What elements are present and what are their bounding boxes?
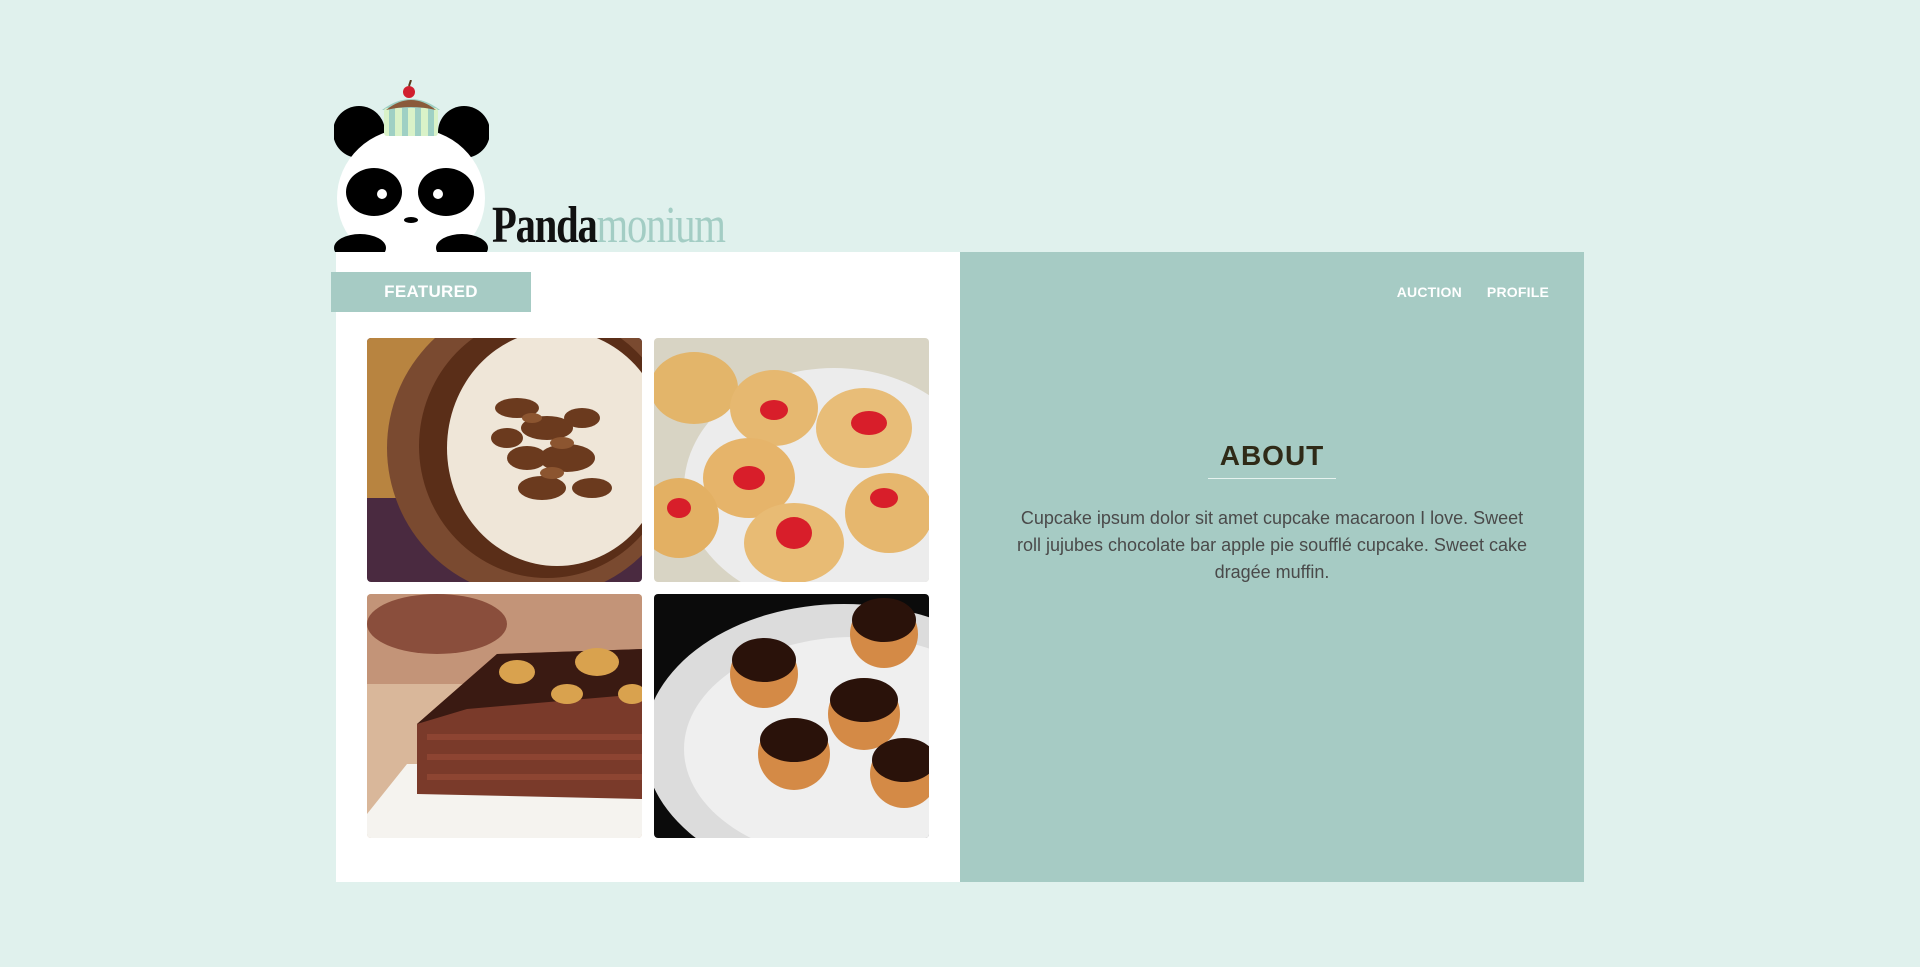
about-section: ABOUT Cupcake ipsum dolor sit amet cupca… (960, 440, 1584, 586)
brand-name-part1: Panda (492, 197, 598, 254)
page: Pandamonium FEATURED AUCTION PROFILE ABO… (0, 0, 1920, 967)
featured-item-profiteroles[interactable] (654, 594, 929, 838)
walnut-brownie-image (367, 594, 642, 838)
about-panel: AUCTION PROFILE ABOUT Cupcake ipsum dolo… (960, 252, 1584, 882)
nav-item-auction[interactable]: AUCTION (1397, 284, 1462, 300)
featured-tab[interactable]: FEATURED (331, 272, 531, 312)
about-title: ABOUT (1207, 440, 1337, 479)
main-nav: AUCTION PROFILE (1397, 284, 1549, 300)
chocolate-pie-image (367, 338, 642, 582)
featured-item-walnut-brownie[interactable] (367, 594, 642, 838)
nav-item-profile[interactable]: PROFILE (1487, 284, 1549, 300)
brand-name-part2: monium (596, 197, 726, 254)
panda-cupcake-mascot-icon (334, 80, 489, 252)
profiteroles-image (654, 594, 929, 838)
featured-gallery (367, 338, 929, 838)
site-logo[interactable]: Pandamonium (334, 80, 726, 252)
brand-wordmark: Pandamonium (492, 197, 726, 254)
featured-item-jam-pastries[interactable] (654, 338, 929, 582)
featured-item-chocolate-pie[interactable] (367, 338, 642, 582)
about-text: Cupcake ipsum dolor sit amet cupcake mac… (1017, 508, 1527, 582)
jam-pastries-image (654, 338, 929, 582)
